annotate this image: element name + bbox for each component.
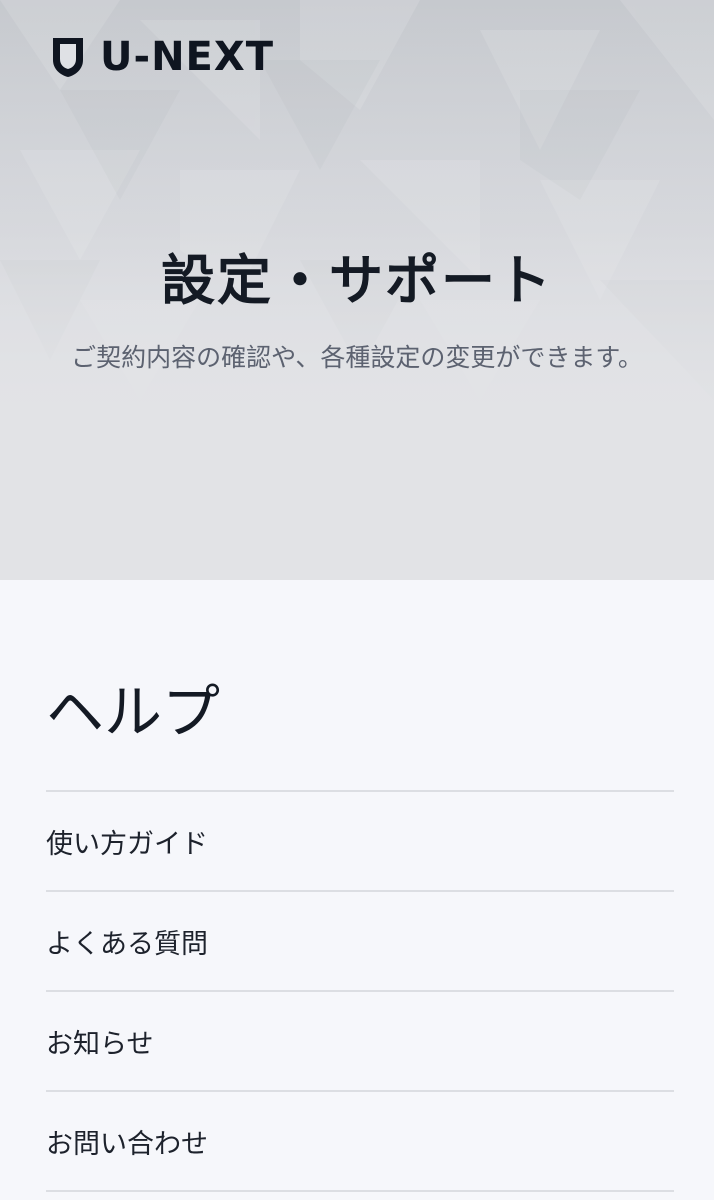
page-title: 設定・サポート <box>161 249 553 312</box>
menu-item-label: お知らせ <box>46 1028 154 1060</box>
menu-item-label: 使い方ガイド <box>46 828 208 860</box>
help-section-title: ヘルプ <box>46 678 221 746</box>
menu-item-news[interactable]: お知らせ <box>46 992 674 1092</box>
help-section: ヘルプ 使い方ガイド よくある質問 お知らせ お問い合わせ <box>46 672 674 1192</box>
menu-item-guide[interactable]: 使い方ガイド <box>46 792 674 892</box>
hero-header: U-NEXT 設定・サポート ご契約内容の確認や、各種設定の変更ができます。 <box>0 0 714 580</box>
menu-item-faq[interactable]: よくある質問 <box>46 892 674 992</box>
u-next-logo[interactable]: U-NEXT <box>50 36 274 78</box>
shield-logo-icon <box>53 38 83 77</box>
help-menu-list: 使い方ガイド よくある質問 お知らせ お問い合わせ <box>46 790 674 1192</box>
menu-item-label: よくある質問 <box>46 928 208 960</box>
menu-item-label: お問い合わせ <box>46 1128 208 1160</box>
menu-item-contact[interactable]: お問い合わせ <box>46 1092 674 1192</box>
main-content: ヘルプ 使い方ガイド よくある質問 お知らせ お問い合わせ <box>0 580 714 1192</box>
logo-text: U-NEXT <box>100 34 275 80</box>
page-subtitle: ご契約内容の確認や、各種設定の変更ができます。 <box>71 343 643 372</box>
